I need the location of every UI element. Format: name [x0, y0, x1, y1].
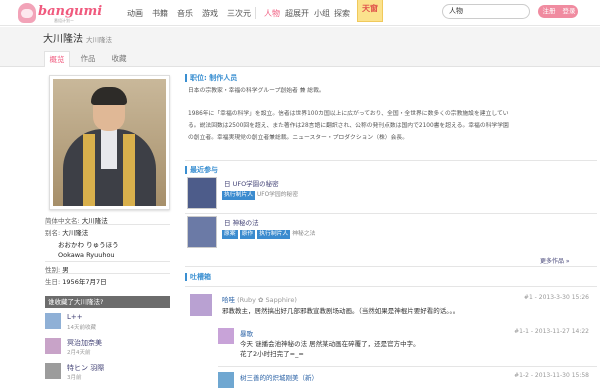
person-name[interactable]: 大川隆法	[43, 34, 83, 45]
site-logo[interactable]: bangumi 番组计划ー	[18, 3, 102, 24]
reply-meta[interactable]: #1-2 - 2013-11-30 15:58	[514, 372, 589, 379]
page-title: 大川隆法 大川隆法	[43, 30, 112, 45]
person-photo[interactable]	[49, 75, 170, 210]
comment-item: 哈哇 (Ruby ✿ Sapphire) #1 - 2013-3-30 15:2…	[190, 294, 597, 324]
nav-groups[interactable]: 小组	[314, 8, 330, 19]
tab-collections[interactable]: 收藏	[106, 51, 132, 67]
fan-time: 14天前收藏	[67, 325, 96, 331]
work-title[interactable]: 日 神秘の法	[224, 217, 259, 227]
fans-title: 谁收藏了大川隆法?	[45, 296, 170, 308]
role-tag: 原作	[239, 230, 256, 239]
nav-anime[interactable]: 动画	[127, 8, 143, 19]
skylight-badge[interactable]: 天窗	[357, 0, 383, 22]
mascot-icon	[18, 3, 36, 23]
work-tags: 执行制片人 UFO学园的秘密	[222, 189, 298, 200]
fan-name[interactable]: L++	[67, 313, 83, 321]
fan-time: 2月4天前	[67, 350, 91, 356]
reply-author[interactable]: 暴歌	[240, 328, 253, 338]
fan-item[interactable]: 特ヒン 羽際 3月前	[45, 361, 170, 383]
info-birthday: 生日: 1956年7月7日	[45, 278, 107, 286]
comments-title: 吐槽箱	[185, 272, 211, 282]
info-alias: 别名: 大川隆法	[45, 229, 89, 237]
fan-item[interactable]: 冥治加奈美 2月4天前	[45, 336, 170, 358]
comment-author[interactable]: 哈哇 (Ruby ✿ Sapphire)	[222, 294, 297, 304]
tab-works[interactable]: 作品	[75, 51, 101, 67]
nav-explore[interactable]: 探索	[334, 8, 350, 19]
comment-text: 邪教教主，居然搞出好几部邪教宣教剧场动画。（当然如果是神棍片要好看的话。。。	[222, 307, 460, 315]
work-cn-title: UFO学园的秘密	[257, 192, 299, 198]
login-button[interactable]: 登录	[560, 5, 578, 18]
role-tag: 原案	[222, 230, 238, 239]
portrait-image	[53, 79, 166, 206]
work-tags: 原案 原作 执行制片人 神秘之法	[222, 228, 315, 239]
summary-line-3: る。説法回数は2500回を超え、また著作は28言語に翻訳され、公称の発刊点数は国…	[188, 123, 509, 129]
logo-subtitle: 番组计划ー	[54, 18, 74, 23]
summary-line-1: 日本の宗教家・幸福の科学グループ創始者 兼 総裁。	[188, 88, 325, 94]
comment-meta[interactable]: #1 - 2013-3-30 15:26	[524, 294, 589, 301]
more-works-link[interactable]: 更多作品 »	[540, 256, 570, 265]
summary-line-2: 1986年に「幸福の科学」を設立。信者は世界100カ国以上に広がっており、全国・…	[188, 111, 509, 117]
fan-time: 3月前	[67, 375, 82, 381]
summary-title: 职位: 制作人员	[185, 73, 237, 83]
top-nav: bangumi 番组计划ー 动画 书籍 音乐 游戏 三次元 人物 超展开 小组 …	[0, 0, 600, 26]
avatar[interactable]	[45, 363, 61, 379]
fan-name[interactable]: 特ヒン 羽際	[67, 363, 104, 373]
reply-author[interactable]: 树三善的的炽城刚美（新）	[240, 372, 318, 382]
register-button[interactable]: 注册	[538, 5, 560, 18]
nav-games[interactable]: 游戏	[202, 8, 218, 19]
work-cover[interactable]	[187, 177, 217, 209]
page-header: 大川隆法 大川隆法 概览 作品 收藏	[0, 27, 600, 67]
avatar[interactable]	[218, 328, 234, 344]
tab-overview[interactable]: 概览	[44, 51, 70, 67]
fan-item[interactable]: L++ 14天前收藏	[45, 311, 170, 333]
nav-real[interactable]: 三次元	[227, 8, 251, 19]
work-item[interactable]: 日 UFO学園の秘密 执行制片人 UFO学园的秘密	[185, 176, 597, 212]
work-cn-title: 神秘之法	[292, 231, 316, 237]
search-input[interactable]: 人物	[442, 4, 530, 19]
info-alias-kana: おおかわ りゅうほう	[58, 241, 119, 249]
nav-rakuen[interactable]: 超展开	[285, 8, 309, 19]
avatar[interactable]	[218, 372, 234, 388]
works-title: 最近参与	[185, 165, 218, 175]
nav-divider	[255, 7, 256, 19]
fan-name[interactable]: 冥治加奈美	[67, 338, 102, 348]
reply-text: 今天 谜播会池神秘の法 居然某动画在碎覆了，还是官方中字。 花了2小时扫完了=_=	[240, 340, 420, 358]
role-tag: 执行制片人	[222, 191, 255, 200]
work-title[interactable]: 日 UFO学園の秘密	[224, 178, 279, 188]
person-name-cn: 大川隆法	[86, 36, 112, 44]
reply-item: 树三善的的炽城刚美（新） #1-2 - 2013-11-30 15:58	[218, 372, 597, 388]
avatar[interactable]	[45, 313, 61, 329]
work-item[interactable]: 日 神秘の法 原案 原作 执行制片人 神秘之法	[185, 215, 597, 251]
info-alias-romaji: Ookawa Ryuuhou	[58, 251, 115, 259]
summary-line-4: の創立者。幸福実現党の創立者兼総裁。ニュースター・プロダクション（株）会長。	[188, 135, 408, 141]
logo-wordmark: bangumi	[38, 4, 103, 19]
reply-meta[interactable]: #1-1 - 2013-11-27 14:22	[514, 328, 589, 335]
avatar[interactable]	[190, 294, 212, 316]
avatar[interactable]	[45, 338, 61, 354]
nav-people[interactable]: 人物	[264, 8, 280, 19]
nav-music[interactable]: 音乐	[177, 8, 193, 19]
reply-item: 暴歌 #1-1 - 2013-11-27 14:22 今天 谜播会池神秘の法 居…	[218, 328, 597, 362]
nav-books[interactable]: 书籍	[152, 8, 168, 19]
work-cover[interactable]	[187, 216, 217, 248]
role-tag: 执行制片人	[257, 230, 291, 239]
